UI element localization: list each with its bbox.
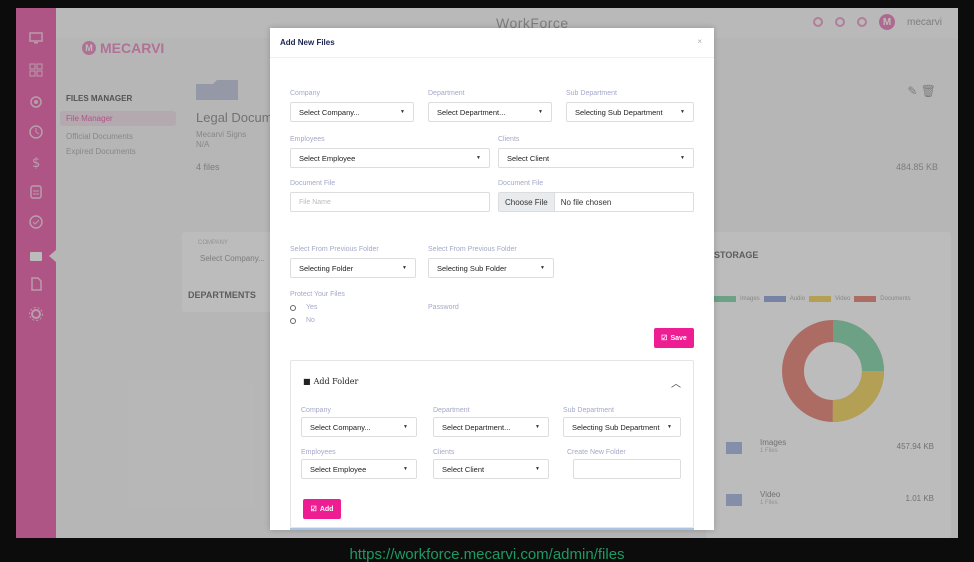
clients-select[interactable]: Select Client ▼ — [498, 148, 694, 168]
chevron-down-icon: ▼ — [403, 424, 408, 430]
save-button[interactable]: ☑ Save — [654, 328, 694, 348]
chevron-down-icon: ▼ — [680, 155, 685, 161]
chevron-down-icon: ▼ — [476, 155, 481, 161]
af-employees-label: Employees — [301, 449, 336, 456]
protect-label: Protect Your Files — [290, 291, 345, 298]
radio-circle — [290, 304, 296, 311]
af-subdept-select[interactable]: Selecting Sub Department ▼ — [563, 417, 681, 437]
add-folder-button[interactable]: ☑ Add — [303, 499, 341, 519]
add-folder-panel: ■ Add Folder ︿ Company Select Company... ▼… — [290, 360, 694, 528]
chevron-down-icon: ▼ — [538, 109, 543, 115]
company-label: Company — [290, 90, 320, 97]
chevron-down-icon: ▼ — [535, 466, 540, 472]
add-folder-header[interactable]: ■ Add Folder — [303, 377, 358, 386]
employees-select[interactable]: Select Employee ▼ — [290, 148, 490, 168]
chevron-down-icon: ▼ — [667, 424, 672, 430]
modal-header: Add New Files × — [270, 28, 714, 58]
prev-folder-label: Select From Previous Folder — [290, 246, 379, 253]
prev-subfolder-select[interactable]: Selecting Sub Folder ▼ — [428, 258, 554, 278]
close-icon[interactable]: × — [697, 37, 702, 46]
af-clients-select[interactable]: Select Client ▼ — [433, 459, 549, 479]
department-label: Department — [428, 90, 465, 97]
file-name-input[interactable]: File Name — [290, 192, 490, 212]
af-department-label: Department — [433, 407, 470, 414]
prev-folder-select[interactable]: Selecting Folder ▼ — [290, 258, 416, 278]
folder-icon: ■ — [303, 377, 311, 386]
af-subdept-label: Sub Department — [563, 407, 614, 414]
af-department-select[interactable]: Select Department... ▼ — [433, 417, 549, 437]
chevron-down-icon: ▼ — [402, 265, 407, 271]
document-file-label-2: Document File — [498, 180, 544, 187]
document-file-input[interactable]: Choose File No file chosen — [498, 192, 694, 212]
modal-title: Add New Files — [280, 38, 335, 47]
prev-subfolder-label: Select From Previous Folder — [428, 246, 517, 253]
subdept-select[interactable]: Selecting Sub Department ▼ — [566, 102, 694, 122]
af-new-folder-input[interactable] — [573, 459, 681, 479]
af-employees-select[interactable]: Select Employee ▼ — [301, 459, 417, 479]
add-icon: ☑ — [310, 506, 317, 513]
footer-url: https://workforce.mecarvi.com/admin/file… — [349, 546, 625, 562]
protect-no-radio[interactable]: No — [290, 317, 315, 324]
chevron-down-icon: ▼ — [535, 424, 540, 430]
af-clients-label: Clients — [433, 449, 455, 456]
subdept-label: Sub Department — [566, 90, 617, 97]
no-file-chosen: No file chosen — [560, 197, 612, 207]
chevron-up-icon[interactable]: ︿ — [671, 375, 681, 390]
app-screen: $ WorkForce M mecarvi M MECARVI FILES MA… — [16, 8, 958, 538]
af-company-label: Company — [301, 407, 331, 414]
af-company-select[interactable]: Select Company... ▼ — [301, 417, 417, 437]
department-select[interactable]: Select Department... ▼ — [428, 102, 552, 122]
employees-label: Employees — [290, 136, 325, 143]
protect-yes-radio[interactable]: Yes — [290, 304, 317, 311]
add-new-files-modal: Add New Files × Company Select Company..… — [270, 28, 714, 530]
choose-file-button[interactable]: Choose File — [499, 193, 555, 211]
company-select[interactable]: Select Company... ▼ — [290, 102, 414, 122]
clients-label: Clients — [498, 136, 520, 143]
password-label: Password — [428, 304, 459, 311]
chevron-down-icon: ▼ — [540, 265, 545, 271]
radio-circle — [290, 317, 296, 324]
chevron-down-icon: ▼ — [400, 109, 405, 115]
document-file-label: Document File — [290, 180, 336, 187]
modal-scroll-edge — [290, 528, 694, 530]
af-new-folder-label: Create New Folder — [567, 449, 626, 456]
screen-recording-frame: $ WorkForce M mecarvi M MECARVI FILES MA… — [0, 0, 974, 562]
save-icon: ☑ — [661, 335, 668, 342]
chevron-down-icon: ▼ — [680, 109, 685, 115]
chevron-down-icon: ▼ — [403, 466, 408, 472]
